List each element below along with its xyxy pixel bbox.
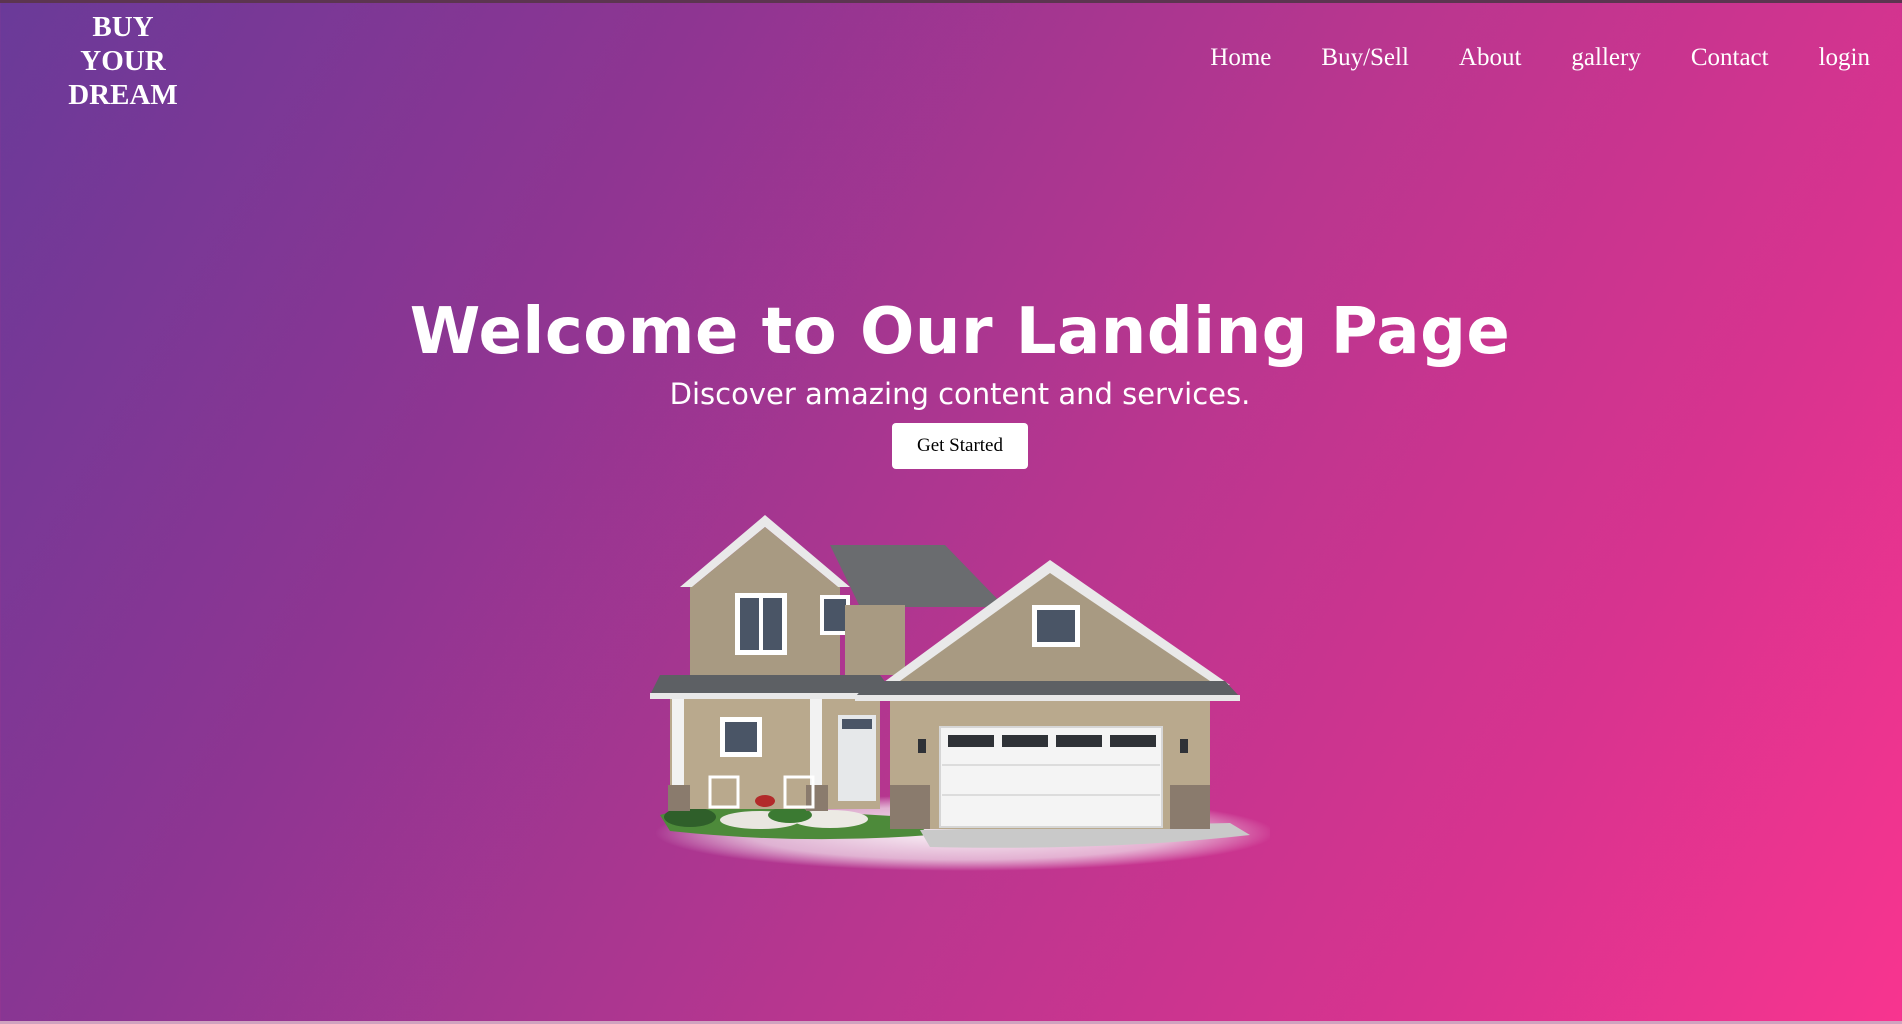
main-nav: Home Buy/Sell About gallery Contact logi…	[1210, 44, 1870, 72]
hero-subtitle: Discover amazing content and services.	[669, 377, 1251, 411]
brand-line-2: YOUR	[80, 45, 166, 77]
hero-section: Welcome to Our Landing Page Discover ama…	[0, 290, 1902, 469]
porch-roof	[650, 675, 895, 695]
porch	[668, 699, 880, 811]
brand-logo[interactable]: BUY YOUR DREAM	[48, 10, 198, 112]
brand-line-3: DREAM	[68, 79, 178, 111]
left-wing	[680, 515, 850, 675]
get-started-button[interactable]: Get Started	[891, 423, 1028, 469]
nav-contact-link[interactable]: Contact	[1691, 44, 1769, 72]
nav-home-link[interactable]: Home	[1210, 44, 1271, 72]
house-image	[650, 495, 1270, 875]
top-border	[0, 0, 1902, 3]
nav-buy-sell-link[interactable]: Buy/Sell	[1321, 44, 1409, 72]
hero-title: Welcome to Our Landing Page	[409, 295, 1511, 369]
nav-login-link[interactable]: login	[1819, 44, 1870, 72]
nav-gallery-link[interactable]: gallery	[1571, 44, 1640, 72]
nav-about-link[interactable]: About	[1459, 44, 1522, 72]
brand-line-1: BUY	[92, 11, 154, 43]
